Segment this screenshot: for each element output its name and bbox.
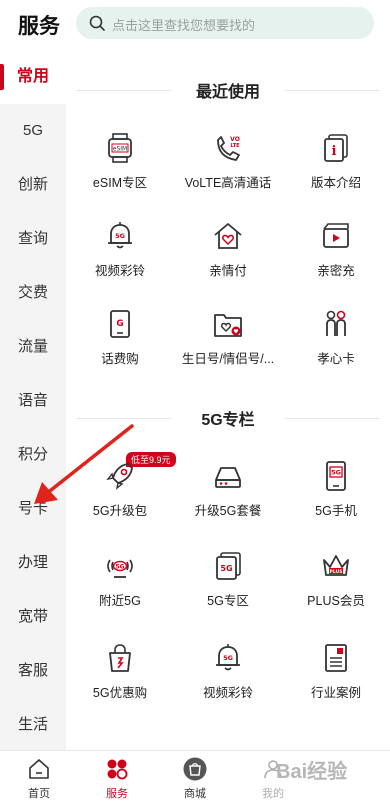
sidebar-item-service[interactable]: 客服 — [0, 644, 66, 698]
bell-5g-icon: 5G — [216, 644, 240, 671]
service-volte[interactable]: VO LTE VoLTE高清通话 — [174, 132, 282, 202]
section-title-recent: 最近使用 — [66, 78, 390, 102]
page-title: 服务 — [18, 15, 60, 38]
sidebar-item-payment[interactable]: 交费 — [0, 266, 66, 320]
svg-text:G: G — [116, 319, 123, 329]
sidebar-item-broadband[interactable]: 宽带 — [0, 590, 66, 644]
rocket-icon — [106, 463, 133, 490]
router-icon — [215, 467, 241, 488]
tab-mall[interactable]: 商城 — [156, 755, 234, 801]
home-heart-icon — [214, 223, 242, 249]
service-label: 5G手机 — [315, 504, 357, 518]
search-placeholder: 点击这里查找您想要找的 — [112, 18, 256, 33]
service-grid-icon — [107, 759, 128, 780]
service-5g-upgrade-pack[interactable]: 低至9.9元 5G升级包 — [66, 452, 176, 530]
info-doc-icon: i — [324, 134, 348, 162]
service-label: 版本介绍 — [310, 176, 361, 190]
phone-g-icon: G — [110, 310, 130, 338]
watermark: Bai经验 — [258, 752, 390, 801]
service-label: 生日号/情侣号/... — [181, 352, 275, 366]
service-5g-phone[interactable]: 5G 5G手机 — [282, 460, 390, 530]
svg-text:5G: 5G — [331, 469, 341, 477]
svg-text:VO: VO — [230, 136, 240, 143]
tab-label: 首页 — [28, 788, 50, 800]
folder-heart-icon: ♥ — [214, 314, 242, 337]
bell-5g-icon: 5G — [108, 222, 132, 249]
service-label: 孝心卡 — [317, 352, 355, 366]
tab-label: 服务 — [106, 788, 128, 800]
service-special-number[interactable]: ♥ 生日号/情侣号/... — [174, 308, 282, 378]
search-icon — [89, 15, 105, 31]
service-bill-purchase[interactable]: G 话费购 — [66, 308, 174, 378]
sidebar-item-voice[interactable]: 语音 — [0, 374, 66, 428]
service-label: 亲密充 — [317, 264, 355, 278]
service-label: 话费购 — [101, 352, 139, 366]
svg-text:LTE: LTE — [230, 143, 240, 149]
svg-text:i: i — [332, 144, 337, 159]
sidebar-item-points[interactable]: 积分 — [0, 428, 66, 482]
sidebar-item-query[interactable]: 查询 — [0, 212, 66, 266]
service-label: 升级5G套餐 — [194, 504, 262, 518]
service-label: 行业案例 — [310, 686, 361, 700]
service-esim[interactable]: eSIM eSIM专区 — [66, 132, 174, 202]
svg-text:5G: 5G — [115, 232, 125, 240]
svg-text:eSIM: eSIM — [113, 146, 127, 153]
service-label: 附近5G — [99, 594, 141, 608]
tab-service[interactable]: 服务 — [78, 755, 156, 801]
service-family-pay[interactable]: 亲情付 — [174, 220, 282, 290]
phone-5g-icon: 5G — [326, 461, 346, 491]
sidebar-item-5g[interactable]: 5G — [0, 104, 66, 158]
video-card-icon — [323, 223, 349, 248]
service-version-intro[interactable]: i 版本介绍 — [282, 132, 390, 202]
search-bar[interactable]: 点击这里查找您想要找的 — [76, 7, 374, 39]
shopping-bag-icon — [183, 757, 207, 781]
service-plus-member[interactable]: PLUS PLUS会员 — [282, 550, 390, 620]
bag-icon — [109, 644, 131, 672]
sidebar-item-sim-card[interactable]: 号卡 — [0, 482, 66, 536]
service-upgrade-5g-plan[interactable]: 升级5G套餐 — [174, 460, 282, 530]
service-label: 视频彩铃 — [202, 686, 253, 700]
service-label: 5G优惠购 — [92, 686, 148, 700]
family-icon — [326, 310, 346, 336]
signal-5g-icon: 5G — [107, 559, 133, 578]
book-icon — [325, 644, 347, 672]
header: 服务 点击这里查找您想要找的 — [0, 0, 390, 50]
stack-5g-icon: 5G — [216, 552, 241, 580]
service-5g-deals[interactable]: 5G优惠购 — [66, 642, 174, 712]
sidebar-item-handle[interactable]: 办理 — [0, 536, 66, 590]
svg-text:5G: 5G — [115, 564, 124, 571]
volte-phone-icon: VO LTE — [217, 136, 240, 161]
service-label: PLUS会员 — [307, 594, 365, 608]
category-sidebar: 常用 5G 创新 查询 交费 流量 语音 积分 号卡 办理 宽带 客服 生活 — [0, 50, 66, 750]
crown-plus-icon: PLUS — [323, 555, 349, 576]
service-intimate-recharge[interactable]: 亲密充 — [282, 220, 390, 290]
service-label: 视频彩铃 — [94, 264, 145, 278]
service-nearby-5g[interactable]: 5G 附近5G — [66, 550, 174, 620]
sidebar-item-innovation[interactable]: 创新 — [0, 158, 66, 212]
tab-home[interactable]: 首页 — [0, 755, 78, 801]
service-label: 亲情付 — [209, 264, 247, 278]
sidebar-item-common[interactable]: 常用 — [0, 50, 66, 104]
sidebar-item-data[interactable]: 流量 — [0, 320, 66, 374]
svg-text:5G: 5G — [223, 654, 233, 662]
service-label: eSIM专区 — [92, 176, 148, 190]
home-icon — [29, 759, 49, 779]
service-video-ringtone[interactable]: 5G 视频彩铃 — [66, 220, 174, 290]
service-industry-cases[interactable]: 行业案例 — [282, 642, 390, 712]
svg-text:5G: 5G — [220, 564, 232, 573]
service-label: 5G专区 — [207, 594, 249, 608]
tab-label: 商城 — [184, 788, 206, 800]
svg-text:PLUS: PLUS — [330, 569, 343, 575]
section-title-5g: 5G专栏 — [66, 406, 390, 430]
service-filial-card[interactable]: 孝心卡 — [282, 308, 390, 378]
service-5g-zone[interactable]: 5G 5G专区 — [174, 550, 282, 620]
service-grid: 最近使用 eSIM eSIM专区 VO LTE VoLTE高清通话 i 版本介绍 — [66, 50, 390, 750]
service-label: VoLTE高清通话 — [184, 176, 272, 190]
esim-watch-icon: eSIM — [108, 133, 132, 163]
svg-text:♥: ♥ — [233, 329, 238, 336]
service-label: 5G升级包 — [92, 504, 148, 518]
sidebar-item-life[interactable]: 生活 — [0, 698, 66, 752]
service-video-ringtone-5g[interactable]: 5G 视频彩铃 — [174, 642, 282, 712]
